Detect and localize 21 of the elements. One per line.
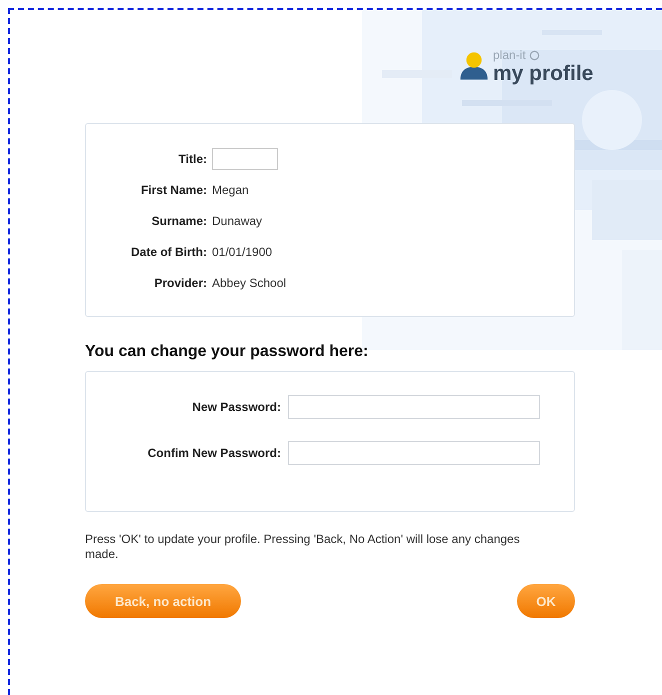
page-title: my profile [493,62,594,86]
instruction-text: Press 'OK' to update your profile. Pressing 'Back, No Action' will lose any changes made. [85,532,521,562]
back-button[interactable]: Back, no action [85,584,241,618]
field-value: Abbey School [212,276,286,290]
password-field[interactable] [288,395,540,419]
field-value: 01/01/1900 [212,245,272,259]
field-label: Surname: [150,214,207,228]
circle-icon [528,50,540,61]
field-label: First Name: [140,183,207,197]
field-label: Title: [178,152,207,166]
field-value: Megan [212,183,249,197]
section-heading: You can change your password here: [85,343,370,361]
password-field[interactable] [288,441,540,465]
title-field[interactable] [212,148,278,170]
field-label: Date of Birth: [130,245,207,259]
field-label: Provider: [153,276,207,290]
field-value: Dunaway [212,214,262,228]
ok-button[interactable]: OK [517,584,575,618]
field-label: Confim New Password: [146,446,281,460]
field-label: New Password: [191,400,281,414]
brand-name: plan-it [493,49,526,62]
